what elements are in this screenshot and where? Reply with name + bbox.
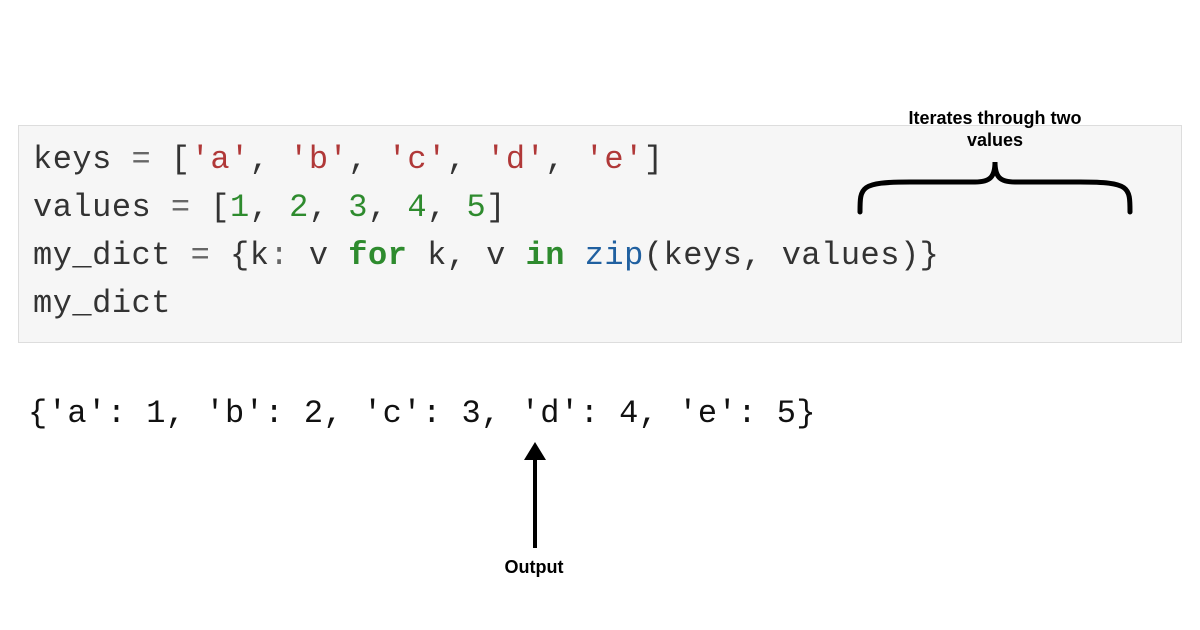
brace-open: { [230, 237, 250, 274]
num-4: 4 [407, 189, 427, 226]
str-d: 'd' [486, 141, 545, 178]
paren-open: ( [644, 237, 664, 274]
str-e: 'e' [585, 141, 644, 178]
output-text: {'a': 1, 'b': 2, 'c': 3, 'd': 4, 'e': 5} [28, 390, 816, 438]
comma: , [742, 237, 781, 274]
arg-values: values [782, 237, 900, 274]
space [329, 237, 349, 274]
var-mydict: my_dict [33, 285, 171, 322]
bracket-close: ] [486, 189, 506, 226]
zip-fn: zip [585, 237, 644, 274]
assign-op: = [112, 141, 171, 178]
arg-keys: keys [664, 237, 743, 274]
brace-close: } [920, 237, 940, 274]
num-5: 5 [466, 189, 486, 226]
k-var: k [427, 237, 447, 274]
num-1: 1 [230, 189, 250, 226]
bracket-open: [ [210, 189, 230, 226]
code-line-3: my_dict = {k: v for k, v in zip(keys, va… [33, 232, 1167, 280]
comma: , [309, 189, 348, 226]
for-keyword: for [348, 237, 407, 274]
colon: : [269, 237, 308, 274]
paren-close: ) [900, 237, 920, 274]
comma: , [545, 141, 584, 178]
k-var: k [250, 237, 270, 274]
str-c: 'c' [388, 141, 447, 178]
bracket-close: ] [644, 141, 664, 178]
assign-op: = [171, 237, 230, 274]
comma: , [447, 237, 486, 274]
str-b: 'b' [289, 141, 348, 178]
str-a: 'a' [191, 141, 250, 178]
comma: , [368, 189, 407, 226]
comma: , [250, 141, 289, 178]
space [506, 237, 526, 274]
arrow-up-icon [510, 440, 560, 552]
v-var: v [486, 237, 506, 274]
annotation-iterates: Iterates through two values [895, 108, 1095, 151]
in-keyword: in [526, 237, 565, 274]
space [407, 237, 427, 274]
v-var: v [309, 237, 329, 274]
num-3: 3 [348, 189, 368, 226]
comma: , [427, 189, 466, 226]
var-values: values [33, 189, 151, 226]
annotation-output: Output [494, 557, 574, 579]
var-mydict: my_dict [33, 237, 171, 274]
space [565, 237, 585, 274]
bracket-open: [ [171, 141, 191, 178]
comma: , [447, 141, 486, 178]
brace-icon [850, 152, 1140, 222]
comma: , [250, 189, 289, 226]
code-line-4: my_dict [33, 280, 1167, 328]
num-2: 2 [289, 189, 309, 226]
assign-op: = [151, 189, 210, 226]
var-keys: keys [33, 141, 112, 178]
comma: , [348, 141, 387, 178]
